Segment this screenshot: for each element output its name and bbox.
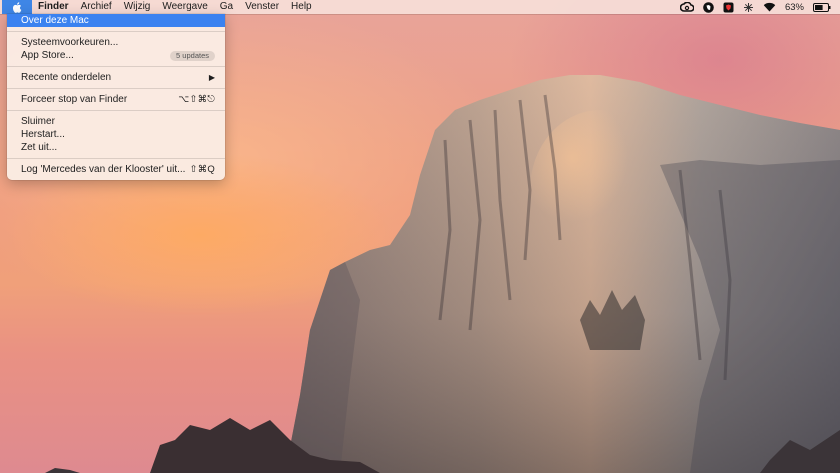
menu-finder[interactable]: Finder [32, 0, 75, 14]
updates-badge: 5 updates [170, 50, 215, 61]
menu-item-label: Systeemvoorkeuren... [21, 37, 119, 48]
menu-separator [7, 66, 225, 67]
menu-venster[interactable]: Venster [239, 0, 285, 14]
menu-bar: Finder Archief Wijzig Weergave Ga Venste… [0, 0, 840, 14]
shield-icon[interactable] [723, 0, 734, 14]
menu-item-label: Recente onderdelen [21, 72, 112, 83]
menu-item-sleep[interactable]: Sluimer [7, 115, 225, 128]
menu-item-label: Forceer stop van Finder [21, 94, 128, 105]
menu-item-label: App Store... [21, 50, 74, 61]
creative-cloud-icon[interactable] [679, 0, 694, 14]
menu-help[interactable]: Help [285, 0, 318, 14]
menu-ga[interactable]: Ga [214, 0, 239, 14]
menu-item-label: Sluimer [21, 116, 55, 127]
menu-item-label: Over deze Mac [21, 15, 89, 26]
apple-menu-button[interactable] [2, 0, 32, 14]
evernote-icon[interactable] [703, 0, 714, 14]
menu-item-label: Zet uit... [21, 142, 58, 153]
battery-percentage: 63% [784, 1, 804, 13]
menu-wijzig[interactable]: Wijzig [118, 0, 157, 14]
menu-item-system-preferences[interactable]: Systeemvoorkeuren... [7, 36, 225, 49]
menu-item-recent-items[interactable]: Recente onderdelen ▶ [7, 71, 225, 84]
submenu-arrow-icon: ▶ [208, 73, 215, 82]
menu-item-log-out[interactable]: Log 'Mercedes van der Klooster' uit... ⇧… [7, 163, 225, 176]
apple-menu-dropdown: Over deze Mac Systeemvoorkeuren... App S… [7, 14, 225, 180]
menu-item-label: Herstart... [21, 129, 65, 140]
menu-item-restart[interactable]: Herstart... [7, 128, 225, 141]
menu-weergave[interactable]: Weergave [156, 0, 213, 14]
menu-item-label: Log 'Mercedes van der Klooster' uit... [21, 164, 186, 175]
status-menus: 63% [679, 0, 840, 14]
keyboard-shortcut: ⌥⇧⌘⎋ [178, 94, 215, 105]
battery-icon[interactable] [813, 0, 831, 14]
menu-separator [7, 110, 225, 111]
menu-item-app-store[interactable]: App Store... 5 updates [7, 49, 225, 62]
menu-separator [7, 88, 225, 89]
wifi-icon[interactable] [763, 0, 776, 14]
menu-item-force-quit[interactable]: Forceer stop van Finder ⌥⇧⌘⎋ [7, 93, 225, 106]
menu-separator [7, 31, 225, 32]
network-icon[interactable] [743, 0, 754, 14]
menu-item-about-this-mac[interactable]: Over deze Mac [7, 14, 225, 27]
menu-item-shut-down[interactable]: Zet uit... [7, 141, 225, 154]
menu-separator [7, 158, 225, 159]
keyboard-shortcut: ⇧⌘Q [189, 164, 215, 175]
apple-logo-icon [12, 1, 22, 13]
menu-archief[interactable]: Archief [75, 0, 118, 14]
